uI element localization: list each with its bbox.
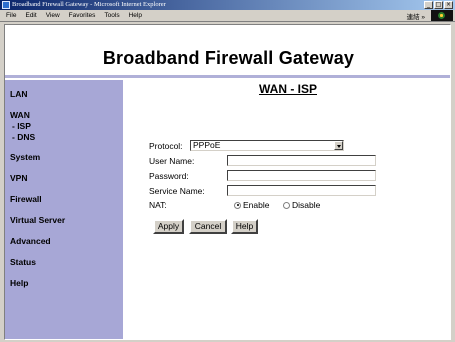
- cancel-button[interactable]: Cancel: [189, 219, 227, 234]
- sidebar-item-advanced[interactable]: Advanced: [10, 236, 51, 246]
- username-input[interactable]: [227, 155, 376, 166]
- browser-viewport[interactable]: Broadband Firewall Gateway LAN WAN - ISP…: [4, 24, 451, 340]
- menu-help[interactable]: Help: [129, 12, 142, 19]
- section-title: WAN - ISP: [258, 82, 317, 96]
- menu-file[interactable]: File: [6, 12, 16, 19]
- sidebar-item-lan[interactable]: LAN: [10, 89, 27, 99]
- radio-unselected-icon[interactable]: [283, 201, 290, 209]
- username-label: User Name:: [149, 156, 195, 166]
- password-label: Password:: [149, 171, 189, 181]
- maximize-button[interactable]: □: [434, 1, 443, 9]
- radio-selected-icon[interactable]: [234, 201, 241, 209]
- nat-disable-radio[interactable]: Disable: [283, 200, 320, 210]
- nat-disable-label: Disable: [292, 200, 321, 210]
- sidebar-item-firewall[interactable]: Firewall: [10, 194, 42, 204]
- window-title: Broadband Firewall Gateway - Microsoft I…: [12, 1, 166, 8]
- internet-explorer-icon: [2, 1, 10, 9]
- sidebar-item-system[interactable]: System: [10, 152, 40, 162]
- sidebar-item-help[interactable]: Help: [10, 278, 28, 288]
- close-button[interactable]: ×: [444, 1, 453, 9]
- password-input[interactable]: [227, 170, 376, 181]
- sidebar-nav: LAN WAN - ISP - DNS System VPN Firewall …: [5, 80, 123, 339]
- protocol-select[interactable]: PPPoE: [190, 140, 344, 151]
- service-name-label: Service Name:: [149, 186, 205, 196]
- sidebar-item-virtual-server[interactable]: Virtual Server: [10, 215, 65, 225]
- menu-favorites[interactable]: Favorites: [69, 12, 96, 19]
- main-content: WAN - ISP Protocol: PPPoE User Name: Pas…: [123, 80, 450, 339]
- window-title-bar: Broadband Firewall Gateway - Microsoft I…: [0, 0, 455, 10]
- protocol-label: Protocol:: [149, 141, 183, 151]
- menu-tools[interactable]: Tools: [104, 12, 119, 19]
- page-title: Broadband Firewall Gateway: [102, 48, 355, 68]
- windows-logo-icon: [431, 10, 453, 21]
- nat-label: NAT:: [149, 200, 167, 210]
- chevron-down-icon[interactable]: [334, 141, 343, 150]
- sidebar-item-wan[interactable]: WAN: [10, 110, 30, 120]
- help-button[interactable]: Help: [231, 219, 258, 234]
- nat-enable-label: Enable: [243, 200, 270, 210]
- menu-bar: File Edit View Favorites Tools Help 連結 »: [0, 10, 455, 22]
- sidebar-item-status[interactable]: Status: [10, 257, 36, 267]
- sidebar-item-dns[interactable]: - DNS: [12, 132, 35, 142]
- page-header: Broadband Firewall Gateway: [5, 25, 450, 78]
- menu-view[interactable]: View: [46, 12, 60, 19]
- menu-edit[interactable]: Edit: [25, 12, 36, 19]
- service-name-input[interactable]: [227, 185, 376, 196]
- minimize-button[interactable]: _: [424, 1, 433, 9]
- sidebar-item-isp[interactable]: - ISP: [12, 121, 31, 131]
- nat-enable-radio[interactable]: Enable: [234, 200, 269, 210]
- protocol-value: PPPoE: [193, 140, 221, 150]
- window-controls: _ □ ×: [424, 1, 453, 9]
- sidebar-item-vpn[interactable]: VPN: [10, 173, 27, 183]
- links-toolbar-button[interactable]: 連結 »: [407, 11, 425, 21]
- apply-button[interactable]: Apply: [153, 219, 184, 234]
